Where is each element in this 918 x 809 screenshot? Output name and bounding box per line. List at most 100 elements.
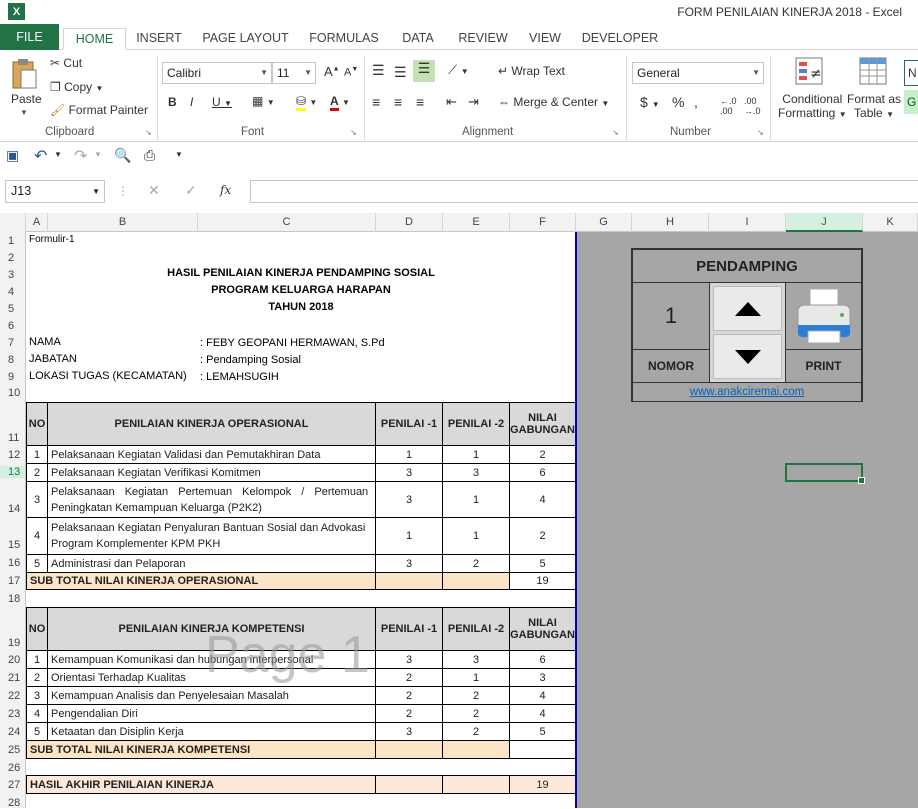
paste-label[interactable]: Paste bbox=[11, 92, 42, 106]
enter-icon[interactable]: ✓ bbox=[185, 182, 197, 199]
row-header[interactable]: 6 bbox=[0, 320, 25, 332]
cell-style-good[interactable]: G bbox=[904, 90, 918, 114]
format-as-table-button[interactable]: Format as Table ▼ bbox=[847, 92, 901, 120]
row-header[interactable]: 28 bbox=[0, 797, 25, 809]
align-center-button[interactable]: ≡ bbox=[394, 94, 402, 110]
print-icon-button[interactable] bbox=[785, 282, 862, 350]
merge-center-button[interactable]: ⇔ Merge & Center ▼ bbox=[498, 95, 609, 109]
formula-input[interactable] bbox=[250, 180, 918, 203]
shrink-font-button[interactable]: A▼ bbox=[344, 66, 358, 79]
row-header[interactable]: 25 bbox=[0, 744, 25, 756]
font-size-combo[interactable]: 11 ▼ bbox=[272, 62, 316, 84]
row-header[interactable]: 15 bbox=[0, 539, 25, 551]
row-header[interactable]: 19 bbox=[0, 637, 25, 649]
accounting-format-button[interactable]: $ ▼ bbox=[640, 94, 660, 110]
borders-button[interactable]: ▦ ▼ bbox=[252, 94, 275, 108]
font-color-button[interactable]: A ▼ bbox=[330, 94, 350, 111]
tab-data[interactable]: DATA bbox=[394, 28, 442, 50]
spin-down-button[interactable] bbox=[713, 334, 782, 379]
format-painter-button[interactable]: 🖌 Format Painter bbox=[50, 103, 148, 117]
conditional-formatting-button[interactable]: Conditional Formatting ▼ bbox=[778, 92, 847, 120]
dialog-launcher-icon[interactable]: ↘ bbox=[145, 128, 152, 137]
row-header[interactable]: 4 bbox=[0, 286, 25, 298]
selected-cell-j13[interactable] bbox=[785, 463, 865, 484]
row-header[interactable]: 10 bbox=[0, 387, 25, 399]
chevron-down-icon[interactable]: ▼ bbox=[54, 150, 62, 159]
row-header[interactable]: 17 bbox=[0, 575, 25, 587]
fill-color-button[interactable]: ⛁ ▼ bbox=[296, 94, 317, 111]
row-header[interactable]: 21 bbox=[0, 672, 25, 684]
column-header-selected[interactable]: J bbox=[786, 213, 863, 232]
bold-button[interactable]: B bbox=[168, 95, 177, 109]
paste-dropdown-icon[interactable]: ▼ bbox=[20, 108, 28, 117]
name-box[interactable]: J13 ▼ bbox=[5, 180, 105, 203]
wrap-text-button[interactable]: ↵ Wrap Text bbox=[498, 64, 565, 78]
row-header[interactable]: 18 bbox=[0, 593, 25, 605]
printer-icon[interactable]: ⎙ bbox=[144, 147, 155, 164]
column-header[interactable]: C bbox=[198, 213, 376, 232]
cut-button[interactable]: ✂ Cut bbox=[50, 56, 82, 70]
column-header[interactable]: I bbox=[709, 213, 786, 232]
align-top-button[interactable]: ☰ bbox=[372, 62, 385, 79]
undo-icon[interactable]: ↶ bbox=[34, 146, 47, 166]
conditional-formatting-icon[interactable]: ≠ bbox=[794, 56, 824, 89]
tab-formulas[interactable]: FORMULAS bbox=[305, 28, 383, 50]
align-middle-button[interactable]: ☰ bbox=[394, 64, 407, 81]
dialog-launcher-icon[interactable]: ↘ bbox=[757, 128, 764, 137]
column-header[interactable]: G bbox=[576, 213, 632, 232]
row-header[interactable]: 2 bbox=[0, 252, 25, 264]
align-bottom-button[interactable]: ☰ bbox=[413, 60, 435, 82]
increase-decimal-button[interactable]: ←.0.00 bbox=[720, 96, 737, 116]
comma-style-button[interactable]: , bbox=[694, 94, 698, 110]
column-header[interactable]: D bbox=[376, 213, 443, 232]
row-header[interactable]: 16 bbox=[0, 557, 25, 569]
column-header[interactable]: A bbox=[26, 213, 48, 232]
row-header[interactable]: 24 bbox=[0, 726, 25, 738]
spin-up-button[interactable] bbox=[713, 286, 782, 331]
tab-developer[interactable]: DEVELOPER bbox=[580, 28, 660, 50]
row-header[interactable]: 22 bbox=[0, 690, 25, 702]
row-header[interactable]: 9 bbox=[0, 371, 25, 383]
row-header[interactable]: 7 bbox=[0, 337, 25, 349]
italic-button[interactable]: I bbox=[190, 95, 193, 109]
row-header[interactable]: 11 bbox=[0, 432, 25, 444]
row-header[interactable]: 3 bbox=[0, 269, 25, 281]
column-header[interactable]: E bbox=[443, 213, 510, 232]
increase-indent-button[interactable]: ⇥ bbox=[468, 94, 479, 110]
number-format-combo[interactable]: General ▼ bbox=[632, 62, 764, 84]
print-preview-icon[interactable]: 🔍 bbox=[114, 147, 131, 164]
underline-button[interactable]: U ▼ bbox=[212, 95, 232, 109]
save-icon[interactable]: ▣ bbox=[6, 147, 19, 164]
decrease-decimal-button[interactable]: .00 →.0 bbox=[744, 96, 761, 116]
column-header[interactable]: K bbox=[863, 213, 918, 232]
column-header[interactable]: H bbox=[632, 213, 709, 232]
grow-font-button[interactable]: A▲ bbox=[324, 64, 340, 79]
align-right-button[interactable]: ≡ bbox=[416, 94, 424, 110]
row-header-selected[interactable]: 13 bbox=[0, 466, 25, 478]
row-header[interactable]: 5 bbox=[0, 303, 25, 315]
orientation-button[interactable]: ⟋ ▼ bbox=[448, 62, 469, 78]
row-header[interactable]: 14 bbox=[0, 503, 25, 515]
website-link[interactable]: www.anakciremai.com bbox=[632, 382, 862, 402]
paste-button[interactable] bbox=[10, 58, 38, 90]
decrease-indent-button[interactable]: ⇤ bbox=[446, 94, 457, 110]
redo-icon[interactable]: ↷ bbox=[74, 146, 87, 166]
column-header[interactable]: B bbox=[48, 213, 198, 232]
percent-button[interactable]: % bbox=[672, 94, 684, 110]
align-left-button[interactable]: ≡ bbox=[372, 94, 380, 110]
tab-review[interactable]: REVIEW bbox=[453, 28, 513, 50]
row-header[interactable]: 23 bbox=[0, 708, 25, 720]
row-header[interactable]: 20 bbox=[0, 654, 25, 666]
cell-style-normal[interactable]: N bbox=[904, 60, 918, 86]
customize-qat-icon[interactable]: ▼ bbox=[175, 150, 183, 159]
select-all-corner[interactable] bbox=[0, 213, 26, 232]
tab-view[interactable]: VIEW bbox=[525, 28, 565, 50]
row-header[interactable]: 26 bbox=[0, 762, 25, 774]
tab-page-layout[interactable]: PAGE LAYOUT bbox=[198, 28, 293, 50]
tab-insert[interactable]: INSERT bbox=[132, 28, 186, 50]
tab-file[interactable]: FILE bbox=[0, 24, 59, 50]
column-header[interactable]: F bbox=[510, 213, 576, 232]
font-name-combo[interactable]: Calibri ▼ bbox=[162, 62, 272, 84]
tab-home[interactable]: HOME bbox=[63, 28, 126, 50]
chevron-down-icon[interactable]: ▼ bbox=[94, 150, 102, 159]
